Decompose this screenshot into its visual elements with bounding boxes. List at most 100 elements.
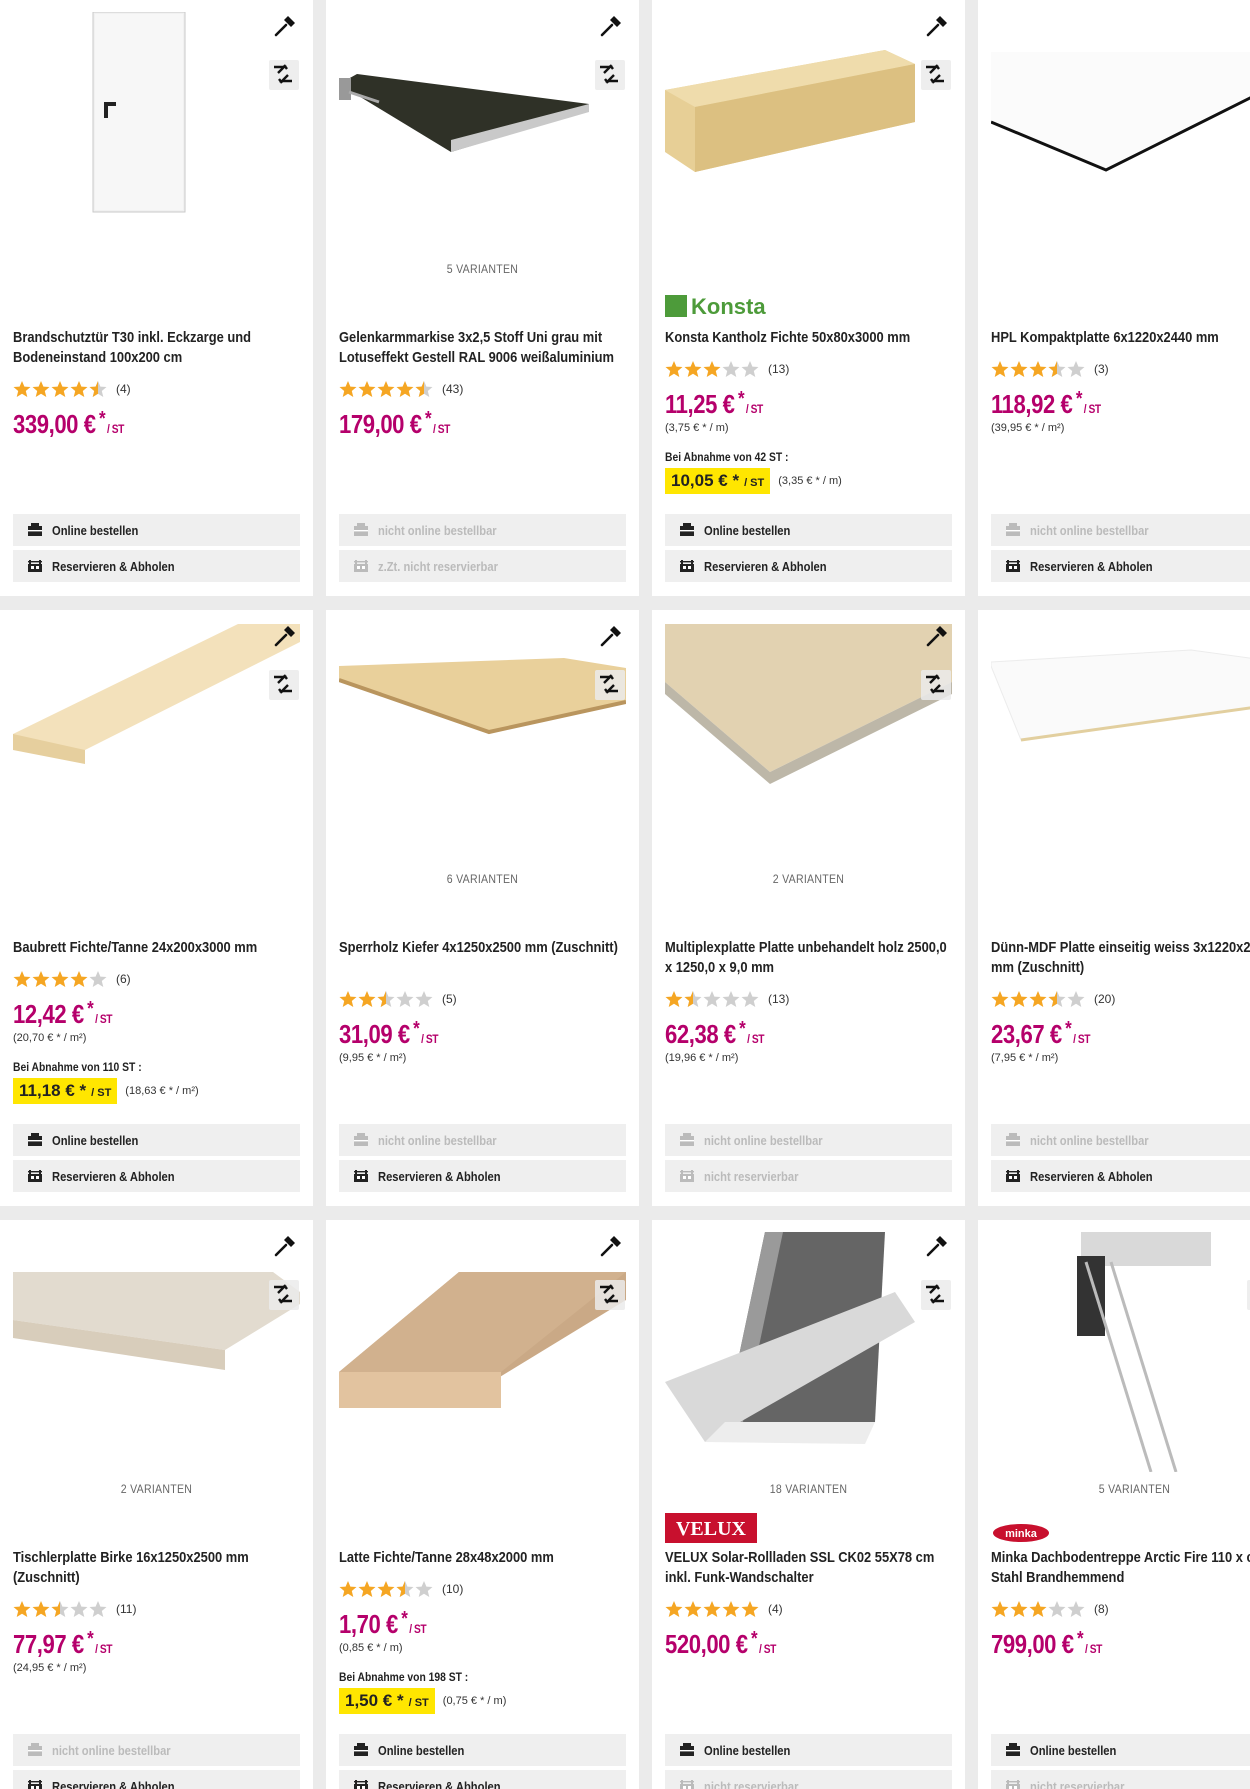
online-order-button[interactable]: Online bestellen xyxy=(13,514,300,546)
reserve-pickup-button[interactable]: nicht reservierbar xyxy=(665,1160,952,1192)
reserve-pickup-label: Reservieren & Abholen xyxy=(378,1168,501,1184)
star-icon xyxy=(722,360,740,378)
compare-icon[interactable] xyxy=(595,60,625,90)
product-image[interactable] xyxy=(665,622,952,862)
star-rating[interactable]: (43) xyxy=(339,380,463,398)
store-icon xyxy=(27,1168,43,1184)
star-rating[interactable]: (3) xyxy=(991,360,1109,378)
online-order-button[interactable]: nicht online bestellbar xyxy=(339,514,626,546)
reserve-pickup-button[interactable]: Reservieren & Abholen xyxy=(339,1770,626,1789)
reserve-pickup-label: Reservieren & Abholen xyxy=(1030,1168,1153,1184)
star-rating[interactable]: (6) xyxy=(13,970,131,988)
product-title[interactable]: VELUX Solar-Rollladen SSL CK02 55X78 cm … xyxy=(665,1548,953,1588)
product-card[interactable]: HPL Kompaktplatte 6x1220x2440 mm (3) 118,9… xyxy=(978,0,1250,596)
product-image[interactable] xyxy=(991,1232,1250,1473)
product-title[interactable]: HPL Kompaktplatte 6x1220x2440 mm xyxy=(991,328,1250,348)
hammer-icon[interactable] xyxy=(925,1234,951,1260)
product-card[interactable]: 6 VARIANTEN Sperrholz Kiefer 4x1250x2500 … xyxy=(326,610,639,1206)
star-icon xyxy=(991,1600,1009,1618)
product-title[interactable]: Baubrett Fichte/Tanne 24x200x3000 mm xyxy=(13,938,301,958)
online-order-button[interactable]: Online bestellen xyxy=(339,1734,626,1766)
reserve-pickup-label: Reservieren & Abholen xyxy=(52,558,175,574)
reserve-pickup-button[interactable]: Reservieren & Abholen xyxy=(665,550,952,582)
hammer-icon[interactable] xyxy=(925,14,951,40)
star-rating[interactable]: (13) xyxy=(665,360,789,378)
product-title[interactable]: Minka Dachbodentreppe Arctic Fire 110 x … xyxy=(991,1548,1250,1588)
reserve-pickup-button[interactable]: nicht reservierbar xyxy=(991,1770,1250,1789)
online-order-button[interactable]: nicht online bestellbar xyxy=(665,1124,952,1156)
compare-icon[interactable] xyxy=(595,670,625,700)
product-card[interactable]: Dünn-MDF Platte einseitig weiss 3x1220x2… xyxy=(978,610,1250,1206)
online-order-button[interactable]: Online bestellen xyxy=(665,514,952,546)
hammer-icon[interactable] xyxy=(599,1234,625,1260)
star-rating[interactable]: (4) xyxy=(13,380,131,398)
reserve-pickup-button[interactable]: Reservieren & Abholen xyxy=(991,1160,1250,1192)
online-order-button[interactable]: nicht online bestellbar xyxy=(339,1124,626,1156)
hammer-icon[interactable] xyxy=(599,14,625,40)
product-card[interactable]: 5 VARIANTEN Gelenkarmmarkise 3x2,5 Stoff … xyxy=(326,0,639,596)
star-rating[interactable]: (11) xyxy=(13,1600,136,1618)
hammer-icon[interactable] xyxy=(925,624,951,650)
product-image[interactable] xyxy=(990,12,1250,252)
star-rating[interactable]: (8) xyxy=(991,1600,1109,1618)
online-order-button[interactable]: Online bestellen xyxy=(991,1734,1250,1766)
product-title[interactable]: Sperrholz Kiefer 4x1250x2500 mm (Zuschni… xyxy=(339,938,627,958)
product-card[interactable]: Baubrett Fichte/Tanne 24x200x3000 mm (6) 1… xyxy=(0,610,313,1206)
product-image[interactable] xyxy=(990,622,1250,862)
star-rating[interactable]: (13) xyxy=(665,990,789,1008)
star-icon xyxy=(89,970,107,988)
product-card[interactable]: Brandschutztür T30 inkl. Eckzarge und Bo… xyxy=(0,0,313,596)
online-order-button[interactable]: nicht online bestellbar xyxy=(13,1734,300,1766)
compare-icon[interactable] xyxy=(269,60,299,90)
product-image[interactable] xyxy=(338,622,627,862)
compare-icon[interactable] xyxy=(269,1280,299,1310)
reserve-pickup-button[interactable]: Reservieren & Abholen xyxy=(991,550,1250,582)
reserve-pickup-button[interactable]: Reservieren & Abholen xyxy=(13,1770,300,1789)
product-title[interactable]: Gelenkarmmarkise 3x2,5 Stoff Uni grau mi… xyxy=(339,328,627,368)
star-icon xyxy=(991,360,1009,378)
product-image[interactable] xyxy=(665,1232,952,1472)
product-card[interactable]: Latte Fichte/Tanne 28x48x2000 mm (10) 1,70… xyxy=(326,1220,639,1789)
product-image[interactable] xyxy=(339,12,626,252)
star-rating[interactable]: (4) xyxy=(665,1600,783,1618)
reserve-pickup-button[interactable]: z.Zt. nicht reservierbar xyxy=(339,550,626,582)
product-image[interactable] xyxy=(339,1232,626,1472)
compare-icon[interactable] xyxy=(921,60,951,90)
product-title[interactable]: Konsta Kantholz Fichte 50x80x3000 mm xyxy=(665,328,953,348)
product-title[interactable]: Tischlerplatte Birke 16x1250x2500 mm (Zu… xyxy=(13,1548,301,1588)
product-card[interactable]: 18 VARIANTEN VELUX VELUX Solar-Rollladen S… xyxy=(652,1220,965,1789)
reserve-pickup-button[interactable]: Reservieren & Abholen xyxy=(13,550,300,582)
hammer-icon[interactable] xyxy=(273,14,299,40)
online-order-label: nicht online bestellbar xyxy=(1030,1132,1149,1148)
reserve-pickup-button[interactable]: nicht reservierbar xyxy=(665,1770,952,1789)
online-order-button[interactable]: Online bestellen xyxy=(13,1124,300,1156)
compare-icon[interactable] xyxy=(921,1280,951,1310)
product-title[interactable]: Multiplexplatte Platte unbehandelt holz … xyxy=(665,938,953,978)
hammer-icon[interactable] xyxy=(273,624,299,650)
online-order-button[interactable]: Online bestellen xyxy=(665,1734,952,1766)
hammer-icon[interactable] xyxy=(599,624,625,650)
product-image[interactable] xyxy=(13,1232,300,1472)
compare-icon[interactable] xyxy=(269,670,299,700)
online-order-button[interactable]: nicht online bestellbar xyxy=(991,1124,1250,1156)
compare-icon[interactable] xyxy=(595,1280,625,1310)
product-card[interactable]: Konsta Konsta Kantholz Fichte 50x80x3000 … xyxy=(652,0,965,596)
hammer-icon[interactable] xyxy=(273,1234,299,1260)
product-image[interactable] xyxy=(13,11,300,252)
star-rating[interactable]: (20) xyxy=(991,990,1115,1008)
product-card[interactable]: 2 VARIANTEN Multiplexplatte Platte unbeha… xyxy=(652,610,965,1206)
product-card[interactable]: 2 VARIANTEN Tischlerplatte Birke 16x1250x… xyxy=(0,1220,313,1789)
base-price: (20,70 € * / m²) xyxy=(13,1032,87,1044)
reserve-pickup-button[interactable]: Reservieren & Abholen xyxy=(339,1160,626,1192)
star-rating[interactable]: (10) xyxy=(339,1580,463,1598)
online-order-button[interactable]: nicht online bestellbar xyxy=(991,514,1250,546)
product-title[interactable]: Brandschutztür T30 inkl. Eckzarge und Bo… xyxy=(13,328,301,368)
compare-icon[interactable] xyxy=(921,670,951,700)
product-title[interactable]: Latte Fichte/Tanne 28x48x2000 mm xyxy=(339,1548,627,1568)
star-rating[interactable]: (5) xyxy=(339,990,457,1008)
product-card[interactable]: 5 VARIANTEN minka Minka Dachbodentreppe Ar… xyxy=(978,1220,1250,1789)
product-image[interactable] xyxy=(13,622,300,862)
reserve-pickup-button[interactable]: Reservieren & Abholen xyxy=(13,1160,300,1192)
product-image[interactable] xyxy=(665,12,952,252)
product-title[interactable]: Dünn-MDF Platte einseitig weiss 3x1220x2… xyxy=(991,938,1250,978)
